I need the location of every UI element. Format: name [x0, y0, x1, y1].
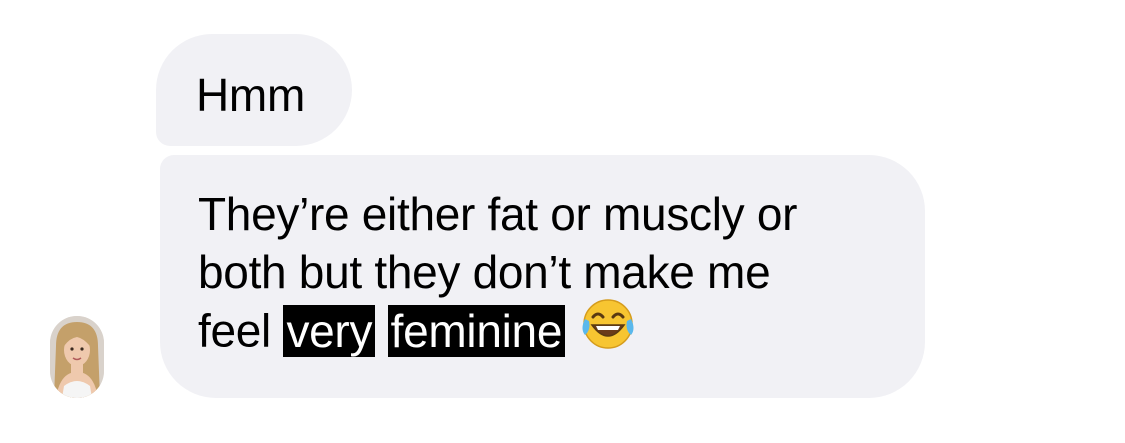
- highlighted-word-feminine: feminine: [387, 304, 566, 357]
- message-line-1: They’re either fat or muscly or: [198, 188, 798, 240]
- contact-avatar-photo[interactable]: [50, 316, 104, 398]
- message-bubble-main[interactable]: They’re either fat or muscly or both but…: [160, 155, 925, 398]
- message-text-main: They’re either fat or muscly or both but…: [198, 185, 898, 359]
- message-line-3-start: feel: [198, 304, 271, 357]
- highlighted-word-very: very: [283, 304, 376, 357]
- message-line-3: feel very feminine: [198, 299, 898, 359]
- message-text-hmm: Hmm: [196, 69, 305, 121]
- message-bubble-hmm[interactable]: Hmm: [156, 34, 352, 146]
- avatar-photo-icon: [50, 316, 104, 398]
- message-line-2: both but they don’t make me: [198, 246, 771, 298]
- face-with-tears-of-joy-emoji: [579, 297, 637, 364]
